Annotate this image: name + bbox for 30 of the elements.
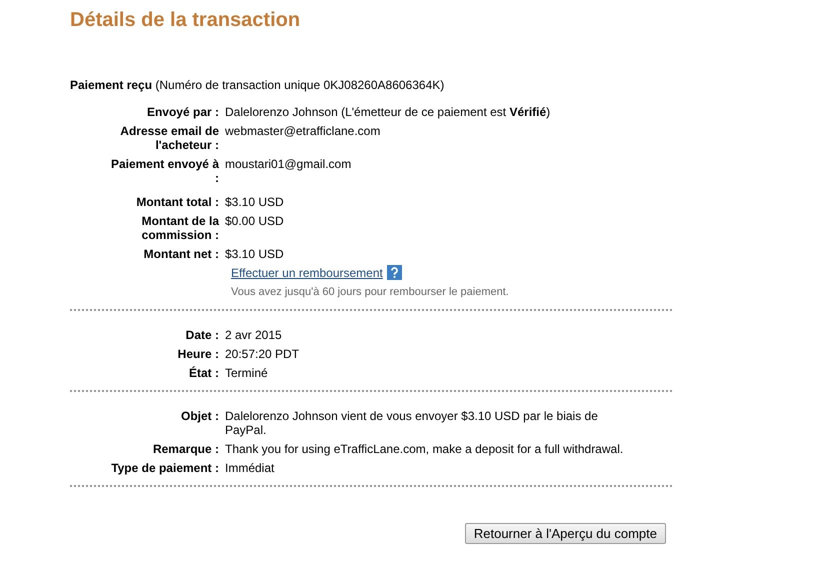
field-value: Dalelorenzo Johnson vient de vous envoyer $3.10 USD par le biais de PayPal. [225,409,599,437]
field-value: $3.10 USD [225,247,285,261]
field-value: $3.10 USD [225,195,285,209]
field-value: webmaster@etrafficlane.com [225,124,382,140]
field-label: Paiement envoyé à : [110,157,219,185]
page-title: Détails de la transaction [70,8,300,32]
field-label: Heure : [178,347,219,361]
field-label: Montant net : [144,247,219,261]
field-label: État : [189,366,219,380]
field-label: Remarque : [152,442,219,456]
field-label: Objet : [181,409,219,423]
field-value: Thank you for using eTrafficLane.com, make a deposit for a full withdrawal. [225,442,624,456]
field-label: Montant total : [136,195,219,209]
help-icon[interactable] [386,265,402,280]
field-label: Adresse email de l'acheteur : [119,124,219,152]
field-value: Immédiat [225,461,276,475]
refund-link[interactable]: Effectuer un remboursement [231,266,383,280]
field-value: $0.00 USD [225,214,285,230]
received-line: Paiement reçu (Numéro de transaction unique 0KJ08260A8606364K) [70,78,446,92]
field-value: Terminé [225,366,269,380]
field-value: 20:57:20 PDT [225,347,300,361]
field-label: Type de paiement : [111,461,219,475]
field-label: Envoyé par : [146,105,219,119]
field-value: moustari01@gmail.com [225,157,352,173]
field-label: Date : [186,328,219,342]
field-label: Montant de la commission : [140,214,219,242]
back-button[interactable]: Retourner à l'Aperçu du compte [464,523,666,544]
refund-note: Vous avez jusqu'à 60 jours pour rembourser le paiement. [231,286,509,299]
field-value: 2 avr 2015 [225,328,283,342]
field-value: Dalelorenzo Johnson (L'émetteur de ce paiement est Vérifié) [225,105,552,119]
